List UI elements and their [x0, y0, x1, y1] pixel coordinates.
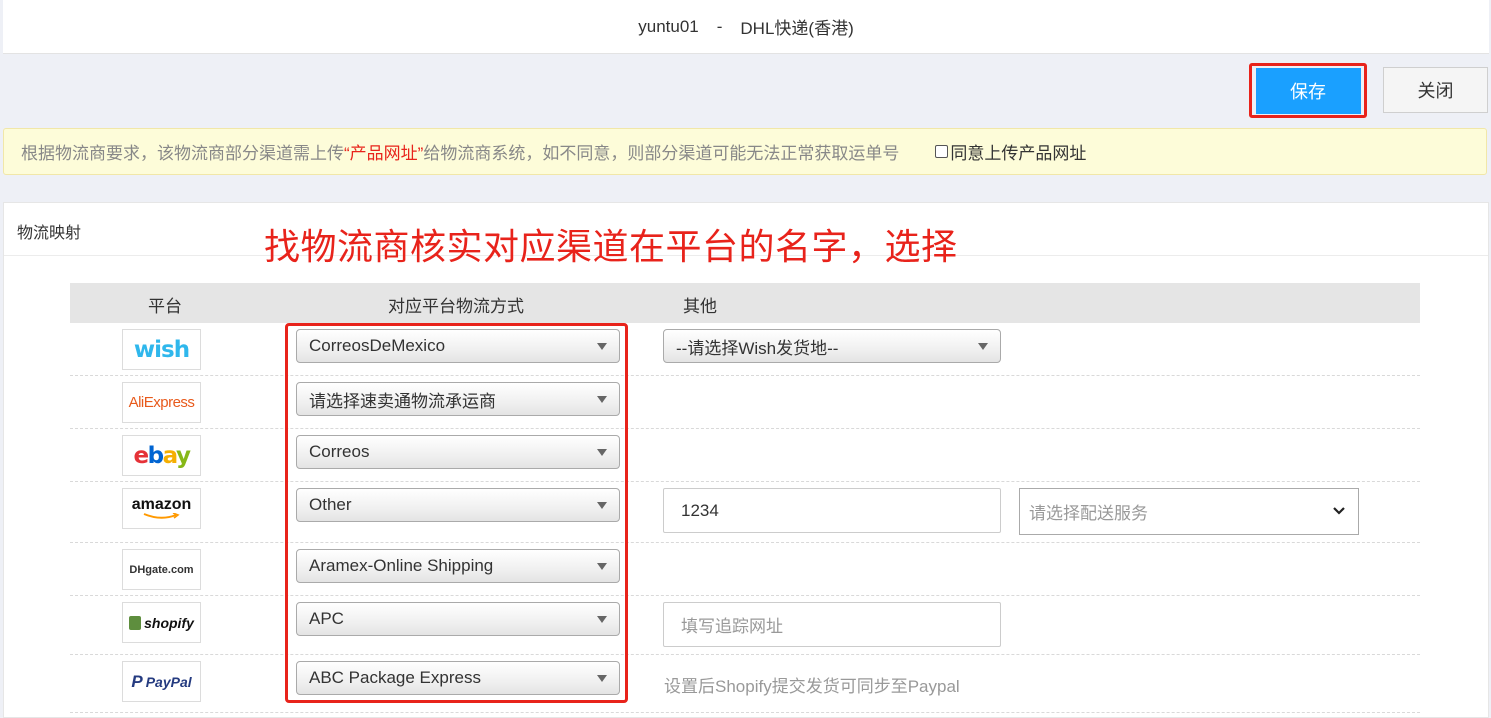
table-header: 平台 对应平台物流方式 其他 [70, 283, 1420, 323]
notice-highlight: “产品网址” [344, 144, 424, 163]
ebay-logo: ebay [122, 435, 201, 476]
paypal-logo-text: PayPal [145, 673, 192, 690]
method-column-highlight [285, 323, 628, 703]
shopify-bag-icon [129, 615, 142, 630]
amazon-logo-text: amazon [131, 496, 192, 513]
aliexpress-logo-text: AliExpress [128, 394, 195, 411]
paypal-sync-hint: 设置后Shopify提交发货可同步至Paypal [664, 677, 960, 696]
dhgate-logo-text: DHgate.com [129, 563, 194, 576]
row-divider [70, 428, 1420, 429]
paypal-logo: P PayPal [122, 661, 201, 702]
row-divider [70, 654, 1420, 655]
save-button-highlight: 保存 [1249, 63, 1367, 118]
chevron-down-icon [1333, 507, 1345, 515]
header-other: 其他 [683, 297, 717, 316]
row-divider [70, 712, 1420, 713]
upload-notice: 根据物流商要求，该物流商部分渠道需上传 “产品网址” 给物流商系统，如不同意，则… [3, 128, 1487, 175]
delivery-service-placeholder: 请选择配送服务 [1029, 504, 1148, 523]
delivery-service-select[interactable]: 请选择配送服务 [1019, 488, 1359, 535]
checkbox-box[interactable] [935, 145, 949, 158]
agree-upload-checkbox[interactable]: 同意上传产品网址 [935, 139, 1086, 164]
agree-upload-label: 同意上传产品网址 [950, 144, 1087, 163]
row-divider [70, 375, 1420, 376]
account-name: yuntu01 [638, 16, 699, 36]
shopify-logo: shopify [122, 602, 201, 643]
row-divider [70, 481, 1420, 482]
channel-name: DHL快递(香港) [740, 19, 854, 38]
notice-text-before: 根据物流商要求，该物流商部分渠道需上传 [21, 144, 344, 163]
panel-title: 物流映射 [17, 225, 82, 242]
wish-warehouse-select[interactable]: --请选择Wish发货地-- [663, 329, 1001, 363]
amazon-smile-icon [144, 513, 181, 519]
title-separator: - [716, 16, 723, 36]
wish-warehouse-value: --请选择Wish发货地-- [676, 338, 839, 358]
window-title: yuntu01 - DHL快递(香港) [3, 0, 1489, 54]
ebay-logo-text: ebay [133, 442, 191, 469]
row-divider [70, 542, 1420, 543]
dhgate-logo: DHgate.com [122, 549, 201, 590]
header-platform: 平台 [148, 297, 182, 316]
tracking-url-placeholder: 填写追踪网址 [681, 617, 783, 636]
notice-text-after: 给物流商系统，如不同意，则部分渠道可能无法正常获取运单号 [423, 144, 900, 163]
save-button[interactable]: 保存 [1255, 67, 1361, 114]
amazon-logo: amazon [122, 488, 201, 529]
close-button[interactable]: 关闭 [1383, 67, 1488, 113]
annotation-text: 找物流商核实对应渠道在平台的名字，选择 [264, 226, 958, 267]
header-method: 对应平台物流方式 [388, 297, 524, 316]
tracking-url-input[interactable]: 填写追踪网址 [663, 602, 1001, 647]
wish-logo: wish [122, 329, 201, 370]
amazon-other-value: 1234 [681, 500, 719, 520]
paypal-p-icon: P [131, 671, 143, 691]
wish-logo-text: wish [133, 336, 190, 363]
amazon-other-input[interactable]: 1234 [663, 488, 1001, 533]
shopify-logo-text: shopify [144, 614, 194, 631]
row-divider [70, 595, 1420, 596]
caret-down-icon [978, 343, 988, 350]
aliexpress-logo: AliExpress [122, 382, 201, 423]
